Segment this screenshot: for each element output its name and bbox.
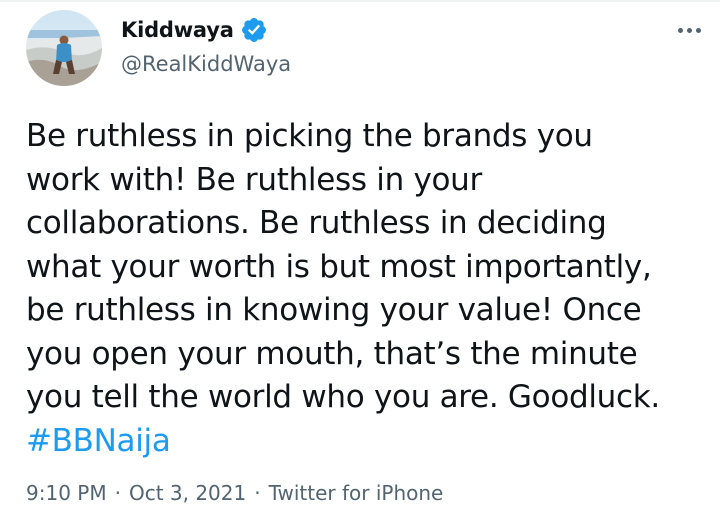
tweet-text-line: work with! Be ruthless in your	[26, 161, 482, 198]
author-handle[interactable]: @RealKiddWaya	[121, 52, 291, 76]
avatar[interactable]	[26, 10, 102, 86]
hashtag-link[interactable]: #BBNaija	[26, 420, 706, 464]
tweet-time[interactable]: 9:10 PM	[26, 481, 107, 505]
avatar-photo	[26, 10, 102, 86]
tweet-date[interactable]: Oct 3, 2021	[129, 481, 246, 505]
top-divider	[0, 0, 720, 2]
more-dot	[686, 27, 692, 33]
display-name[interactable]: Kiddwaya	[121, 18, 234, 42]
verified-badge-icon	[240, 16, 268, 44]
tweet-text-line: collaborations. Be ruthless in deciding	[26, 205, 607, 241]
display-name-row: Kiddwaya	[121, 16, 291, 44]
tweet-source[interactable]: Twitter for iPhone	[269, 481, 444, 505]
tweet-text: Be ruthless in picking the brands you wo…	[26, 115, 706, 463]
meta-separator: ·	[114, 481, 121, 505]
more-options-icon[interactable]	[672, 18, 706, 42]
author-block[interactable]: Kiddwaya @RealKiddWaya	[121, 16, 291, 76]
tweet-text-line: be ruthless in knowing your value! Once	[26, 292, 642, 328]
tweet-text-line: Be ruthless in picking the brands you	[26, 118, 593, 154]
tweet-text-line: you tell the world who you are. Goodluck…	[26, 379, 660, 415]
tweet-text-line: you open your mouth, that’s the minute	[26, 335, 638, 372]
tweet-header: Kiddwaya @RealKiddWaya	[26, 10, 706, 90]
more-dot	[695, 27, 701, 33]
more-dot	[677, 27, 683, 33]
tweet-metadata: 9:10 PM · Oct 3, 2021 · Twitter for iPho…	[26, 481, 443, 505]
meta-separator: ·	[254, 481, 261, 505]
tweet-text-line: what your worth is but most importantly,	[26, 248, 652, 285]
